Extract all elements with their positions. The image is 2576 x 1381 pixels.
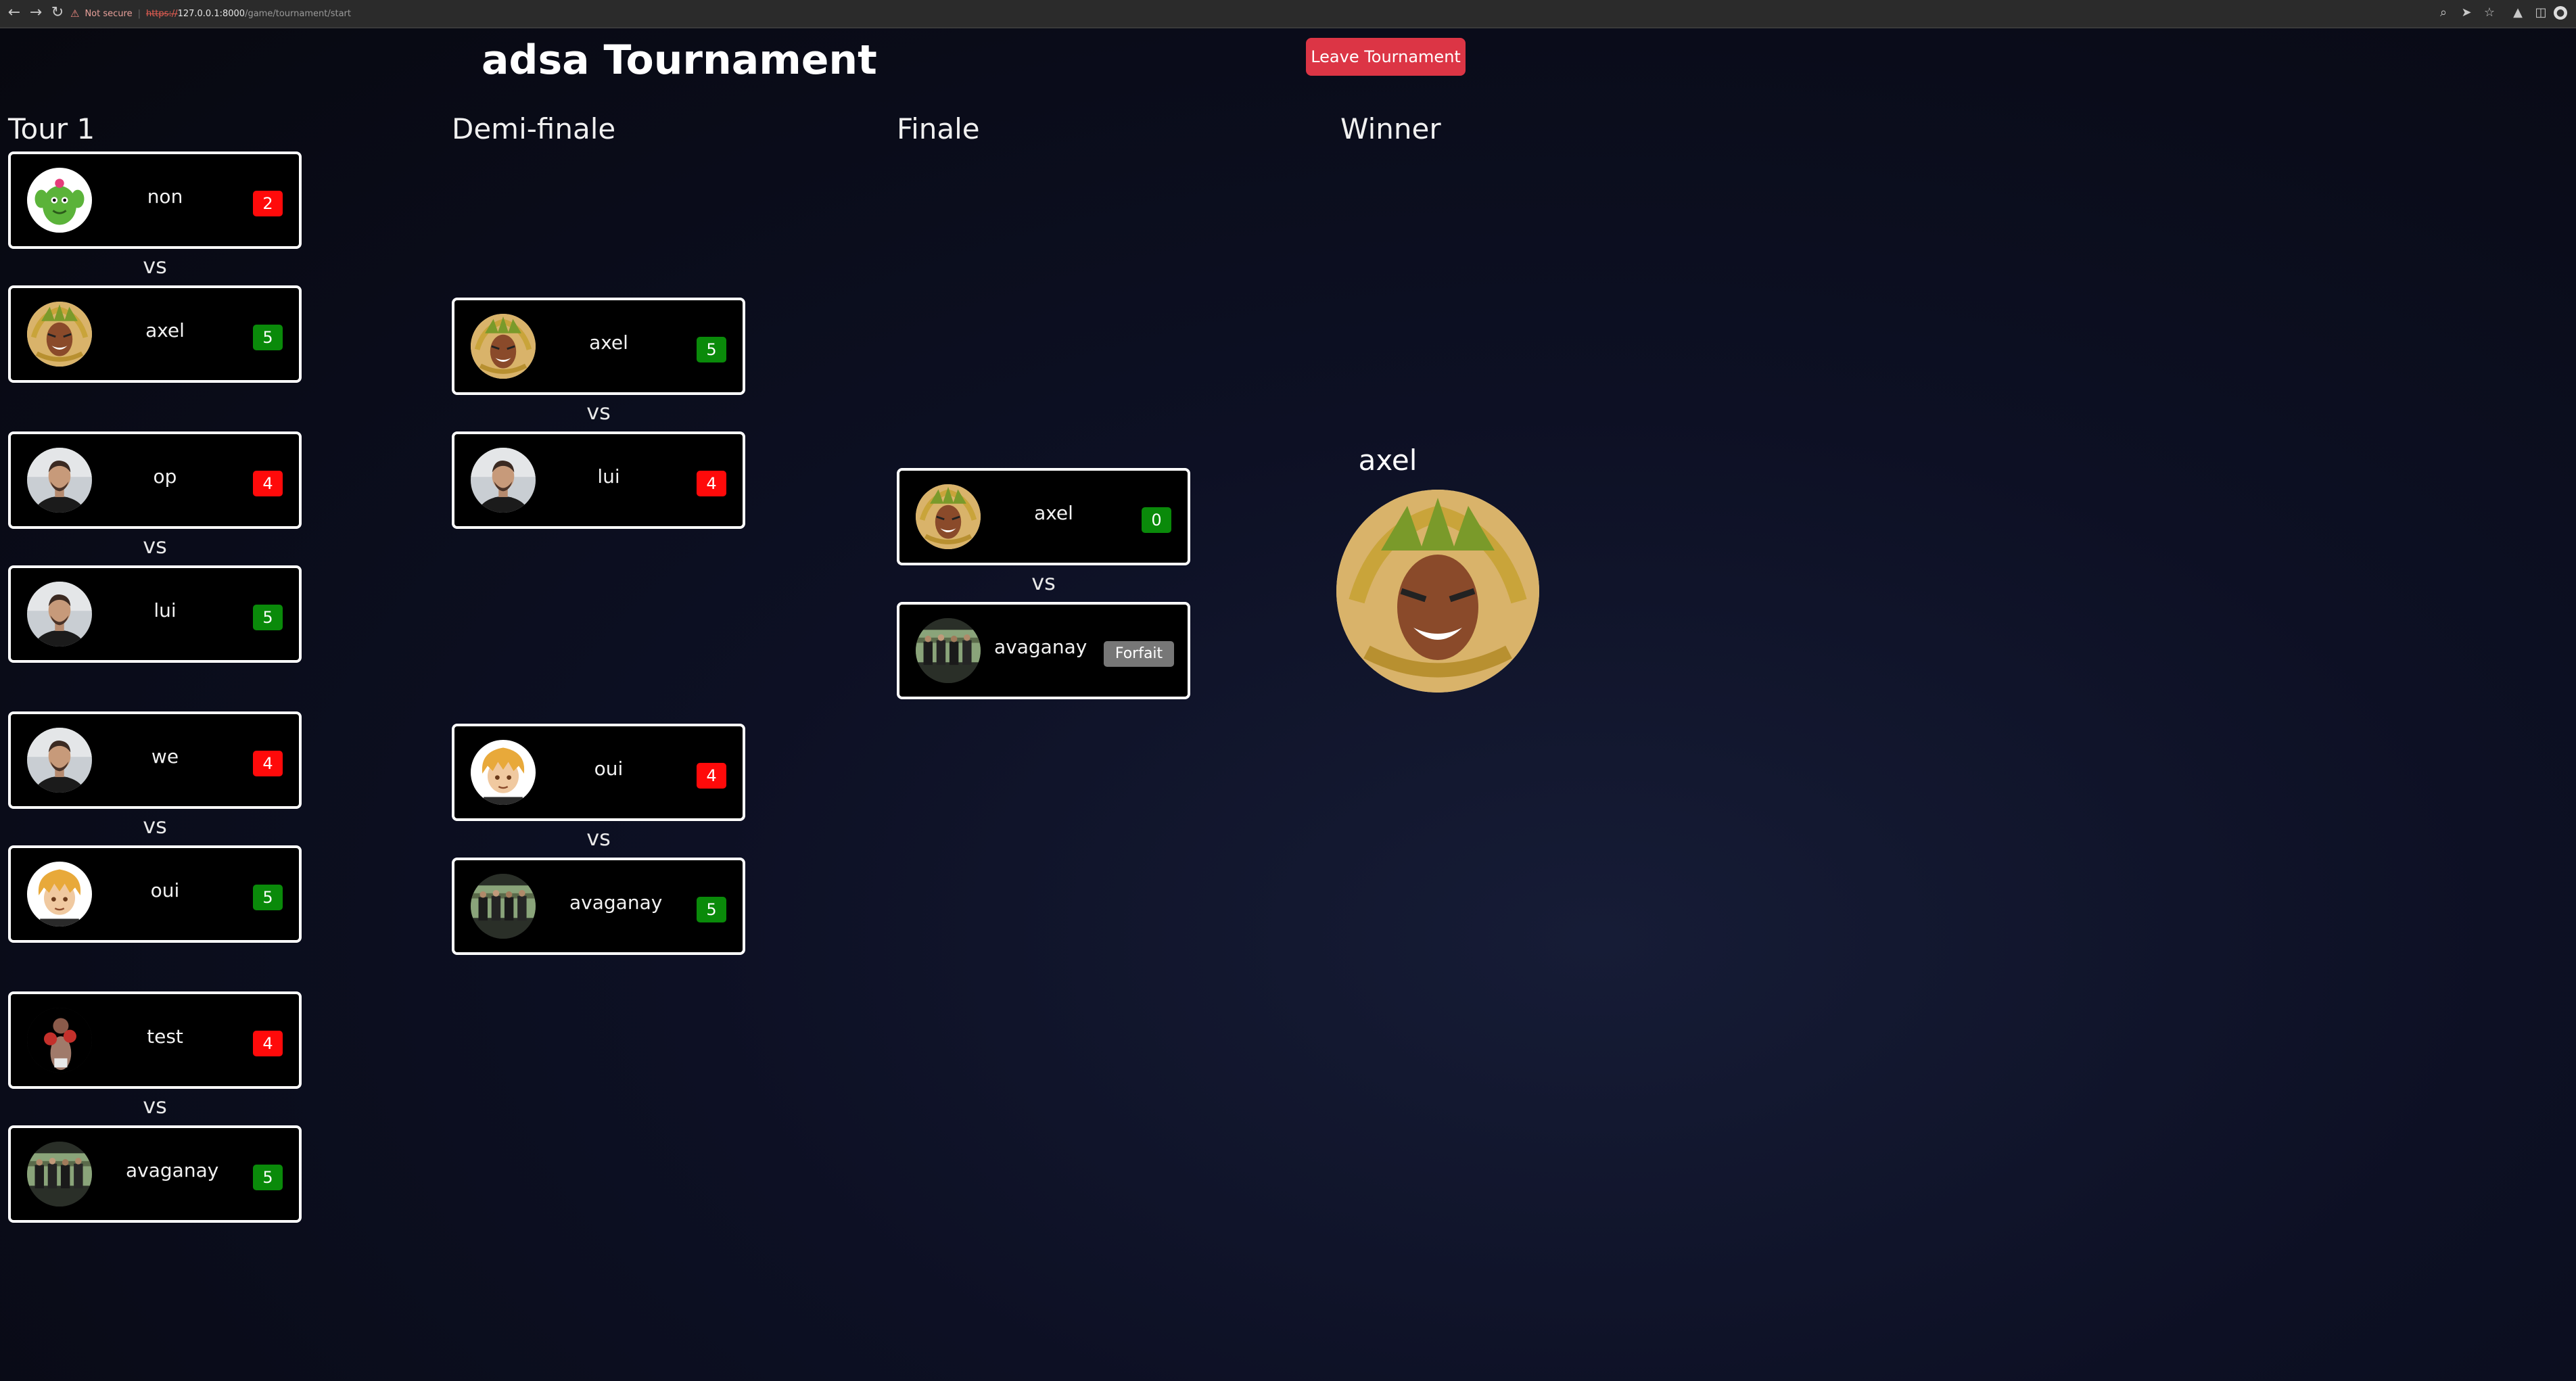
- player-avatar: [471, 448, 536, 513]
- player-name: axel: [1034, 502, 1073, 524]
- player-card: test 4: [8, 991, 302, 1089]
- player-name: axel: [589, 331, 628, 354]
- score-badge: 5: [253, 885, 283, 910]
- vs-label: vs: [586, 825, 611, 851]
- player-card: avaganay 5: [452, 858, 745, 955]
- url-host: 127.0.0.1:8000: [177, 8, 245, 19]
- security-label: Not secure: [85, 8, 133, 19]
- player-card: op 4: [8, 431, 302, 529]
- player-avatar: [27, 582, 92, 647]
- player-avatar: [916, 618, 981, 683]
- browser-toolbar: ← → ↻ ⚠ Not secure | https://127.0.0.1:8…: [0, 0, 2576, 28]
- extension-icon[interactable]: ▲: [2509, 4, 2527, 22]
- vs-label: vs: [143, 533, 167, 559]
- player-avatar: [471, 874, 536, 939]
- score-badge: 5: [253, 325, 283, 350]
- url-scheme: https://: [145, 8, 178, 19]
- vs-label: vs: [586, 399, 611, 425]
- player-card: lui 5: [8, 565, 302, 663]
- player-avatar: [471, 740, 536, 805]
- profile-avatar-icon[interactable]: ●: [2554, 6, 2567, 20]
- player-name: avaganay: [994, 636, 1087, 658]
- player-avatar: [27, 1142, 92, 1207]
- score-badge: 5: [697, 897, 726, 922]
- bookmark-star-icon[interactable]: ☆: [2481, 4, 2498, 22]
- player-name: axel: [145, 319, 185, 342]
- score-badge: 0: [1142, 507, 1171, 533]
- score-badge: 4: [253, 1031, 283, 1056]
- score-badge: 5: [697, 337, 726, 362]
- share-icon[interactable]: ➤: [2458, 4, 2475, 22]
- vs-label: vs: [143, 1093, 167, 1119]
- player-card: avaganay Forfait: [897, 602, 1190, 699]
- player-name: avaganay: [126, 1159, 219, 1181]
- player-avatar: [27, 448, 92, 513]
- player-name: avaganay: [569, 891, 663, 914]
- player-name: op: [153, 465, 177, 488]
- player-card: oui 4: [452, 724, 745, 821]
- score-badge: 4: [697, 471, 726, 496]
- player-avatar: [916, 484, 981, 549]
- player-card: lui 4: [452, 431, 745, 529]
- forward-arrow-icon[interactable]: →: [27, 4, 45, 22]
- player-card: oui 5: [8, 845, 302, 943]
- player-avatar: [27, 862, 92, 927]
- player-card: axel 5: [8, 285, 302, 383]
- leave-tournament-button[interactable]: Leave Tournament: [1306, 38, 1466, 76]
- player-card: non 2: [8, 151, 302, 249]
- back-arrow-icon[interactable]: ←: [5, 4, 23, 22]
- player-card: axel 0: [897, 468, 1190, 565]
- page-title: adsa Tournament: [482, 37, 877, 84]
- player-avatar: [27, 1008, 92, 1073]
- round-heading-final: Finale: [897, 112, 980, 145]
- warning-icon: ⚠: [70, 7, 80, 20]
- player-card: we 4: [8, 711, 302, 809]
- sidebar-icon[interactable]: ◫: [2532, 4, 2550, 22]
- winner-avatar: [1336, 490, 1539, 693]
- player-name: we: [151, 745, 179, 768]
- player-name: oui: [594, 757, 624, 780]
- player-avatar: [27, 728, 92, 793]
- player-name: lui: [597, 465, 620, 488]
- vs-label: vs: [143, 813, 167, 839]
- winner-name: axel: [1358, 444, 1418, 477]
- round-heading-semifinal: Demi-finale: [452, 112, 616, 145]
- reload-icon[interactable]: ↻: [49, 4, 66, 22]
- score-badge: 2: [253, 191, 283, 216]
- forfeit-badge: Forfait: [1104, 641, 1174, 667]
- round-heading-tour1: Tour 1: [8, 112, 95, 145]
- score-badge: 4: [697, 763, 726, 789]
- address-bar[interactable]: ⚠ Not secure | https://127.0.0.1:8000/ga…: [70, 3, 351, 24]
- score-badge: 5: [253, 605, 283, 630]
- player-avatar: [471, 314, 536, 379]
- player-card: axel 5: [452, 298, 745, 395]
- zoom-icon[interactable]: ⌕: [2435, 4, 2452, 22]
- player-name: test: [147, 1025, 183, 1048]
- vs-label: vs: [1031, 569, 1056, 595]
- player-name: lui: [154, 599, 177, 622]
- player-avatar: [27, 302, 92, 367]
- url-path: /game/tournament/start: [245, 8, 351, 19]
- vs-label: vs: [143, 253, 167, 279]
- round-heading-winner: Winner: [1340, 112, 1441, 145]
- score-badge: 5: [253, 1165, 283, 1190]
- address-separator: |: [137, 8, 141, 19]
- player-avatar: [27, 168, 92, 233]
- player-card: avaganay 5: [8, 1125, 302, 1223]
- player-name: non: [147, 185, 183, 208]
- score-badge: 4: [253, 751, 283, 776]
- player-name: oui: [150, 879, 180, 902]
- score-badge: 4: [253, 471, 283, 496]
